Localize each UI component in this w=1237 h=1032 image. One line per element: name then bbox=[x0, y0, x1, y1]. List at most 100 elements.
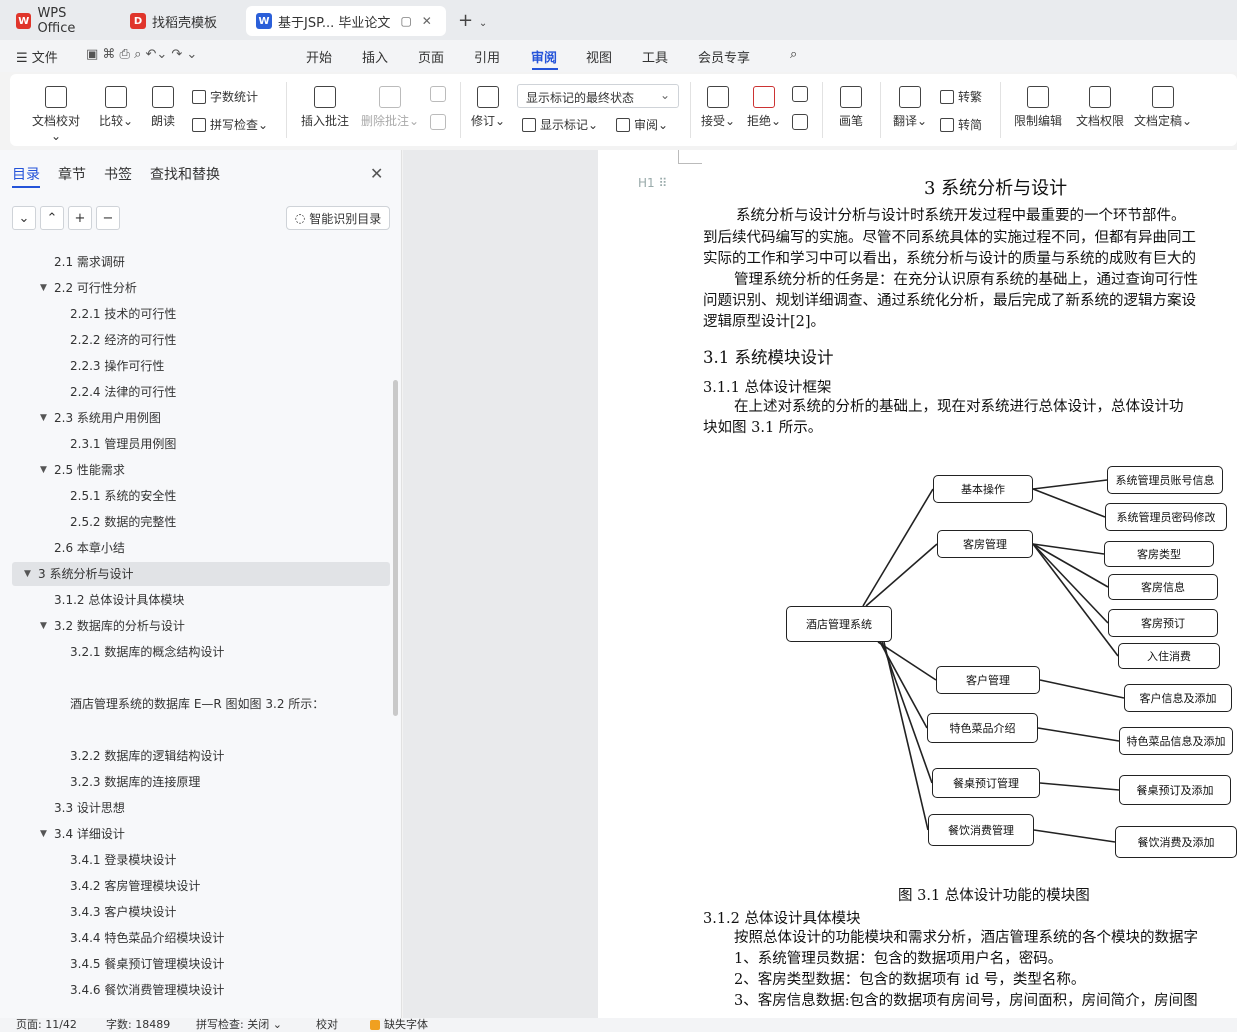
new-tab-plus-icon[interactable]: + ⌄ bbox=[458, 10, 487, 31]
toc-item-label: 酒店管理系统的数据库 E—R 图如图 3.2 所示： bbox=[70, 697, 325, 711]
toc-item[interactable]: 3.4.6 餐饮消费管理模块设计 bbox=[12, 978, 390, 1002]
toc-item[interactable]: 2.2.4 法律的可行性 bbox=[12, 380, 390, 404]
toc-item[interactable]: 2.2.2 经济的可行性 bbox=[12, 328, 390, 352]
pen-button[interactable]: 画笔 bbox=[836, 86, 866, 129]
diagram-leaf-node: 客户信息及添加 bbox=[1124, 684, 1232, 712]
tab-wps-office[interactable]: W WPS Office bbox=[6, 6, 116, 36]
document-page[interactable]: H1 ⠿ 3 系统分析与设计 系统分析与设计分析与设计时系统开发过程中最重要的一… bbox=[598, 150, 1237, 1018]
docer-icon: D bbox=[130, 13, 146, 29]
nav-tab-toc[interactable]: 目录 bbox=[12, 164, 40, 184]
toc-item[interactable] bbox=[12, 718, 390, 742]
menu-tools[interactable]: 工具 bbox=[642, 47, 668, 66]
translate-button[interactable]: 翻译⌄ bbox=[892, 86, 928, 129]
next-change-button[interactable] bbox=[790, 114, 810, 134]
doc-proofread-button[interactable]: 文档校对⌄ bbox=[28, 86, 84, 143]
toc-item[interactable]: 3.4.1 登录模块设计 bbox=[12, 848, 390, 872]
toc-item[interactable]: 2.3.1 管理员用例图 bbox=[12, 432, 390, 456]
expand-arrow-icon[interactable]: ▼ bbox=[40, 276, 47, 300]
revise-button[interactable]: 修订⌄ bbox=[470, 86, 506, 129]
minus-icon: − bbox=[102, 210, 114, 226]
ribbon-separator bbox=[822, 82, 823, 138]
expand-arrow-icon[interactable]: ▼ bbox=[40, 406, 47, 430]
toc-item[interactable]: 2.2.3 操作可行性 bbox=[12, 354, 390, 378]
nav-tab-bookmarks[interactable]: 书签 bbox=[104, 164, 132, 184]
toc-item[interactable]: ▼ 3.4 详细设计 bbox=[12, 822, 390, 846]
search-icon[interactable]: ⌕ bbox=[790, 47, 797, 62]
tab-current-document[interactable]: W 基于JSP... 毕业论文 ▢ ✕ bbox=[246, 6, 446, 36]
collapse-up-button[interactable]: ⌃ bbox=[40, 206, 64, 230]
toc-item[interactable]: ▼ 2.3 系统用户用例图 bbox=[12, 406, 390, 430]
toc-item[interactable]: ▼ 2.5 性能需求 bbox=[12, 458, 390, 482]
toc-item[interactable]: ▼ 3.2 数据库的分析与设计 bbox=[12, 614, 390, 638]
toc-item[interactable]: 3.3 设计思想 bbox=[12, 796, 390, 820]
to-simplified-button[interactable]: 转简 bbox=[940, 116, 982, 133]
delete-comment-button[interactable]: 删除批注⌄ bbox=[360, 86, 420, 129]
nav-tab-chapters[interactable]: 章节 bbox=[58, 164, 86, 184]
toc-item[interactable]: ▼ 3 系统分析与设计 bbox=[12, 562, 390, 586]
toc-item[interactable]: 2.1 需求调研 bbox=[12, 250, 390, 274]
nav-tab-indicator bbox=[12, 186, 40, 188]
toc-item[interactable]: 3.2.1 数据库的概念结构设计 bbox=[12, 640, 390, 664]
page-indicator[interactable]: 页面: 11/42 bbox=[16, 1018, 77, 1032]
markup-state-select[interactable]: 显示标记的最终状态 ⌄ bbox=[517, 84, 679, 108]
close-icon[interactable]: ✕ bbox=[370, 164, 383, 183]
toc-item[interactable]: 2.6 本章小结 bbox=[12, 536, 390, 560]
next-comment-button[interactable] bbox=[428, 114, 448, 134]
quick-access-icons[interactable]: ▣ ⌘ ⎙ ⌕ ↶⌄ ↷ ⌄ bbox=[86, 47, 197, 62]
doc-finalize-button[interactable]: 文档定稿⌄ bbox=[1132, 86, 1194, 129]
toc-item[interactable]: 3.4.4 特色菜品介绍模块设计 bbox=[12, 926, 390, 950]
compare-button[interactable]: 比较⌄ bbox=[96, 86, 136, 129]
window-restore-icon[interactable]: ▢ bbox=[400, 14, 411, 28]
menu-file[interactable]: ☰ 文件 bbox=[16, 47, 58, 66]
smart-toc-button[interactable]: ◌ 智能识别目录 bbox=[286, 206, 390, 230]
menu-page[interactable]: 页面 bbox=[418, 47, 444, 66]
tab-docer-template[interactable]: D 找稻壳模板 bbox=[120, 6, 240, 36]
accept-button[interactable]: 接受⌄ bbox=[700, 86, 736, 129]
restrict-edit-button[interactable]: 限制编辑 bbox=[1010, 86, 1066, 129]
toc-item[interactable]: 3.2.3 数据库的连接原理 bbox=[12, 770, 390, 794]
expand-arrow-icon[interactable]: ▼ bbox=[24, 562, 31, 586]
expand-arrow-icon[interactable]: ▼ bbox=[40, 614, 47, 638]
proofread-status[interactable]: 校对 bbox=[316, 1018, 338, 1032]
close-tab-icon[interactable]: ✕ bbox=[422, 14, 432, 28]
prev-change-button[interactable] bbox=[790, 86, 810, 106]
toc-item[interactable]: 3.2.2 数据库的逻辑结构设计 bbox=[12, 744, 390, 768]
menu-reference[interactable]: 引用 bbox=[474, 47, 500, 66]
spell-check-button[interactable]: 拼写检查 ⌄ bbox=[192, 116, 268, 133]
add-heading-button[interactable]: + bbox=[68, 206, 92, 230]
read-aloud-button[interactable]: 朗读 bbox=[148, 86, 178, 129]
toc-item[interactable]: 3.4.5 餐桌预订管理模块设计 bbox=[12, 952, 390, 976]
prev-comment-button[interactable] bbox=[428, 86, 448, 106]
reject-button[interactable]: 拒绝⌄ bbox=[746, 86, 782, 129]
menu-review[interactable]: 审阅 bbox=[531, 47, 557, 66]
toc-item[interactable]: 2.5.1 系统的安全性 bbox=[12, 484, 390, 508]
to-traditional-button[interactable]: 转繁 bbox=[940, 88, 982, 105]
insert-comment-button[interactable]: 插入批注 bbox=[300, 86, 350, 129]
toc-item[interactable]: 酒店管理系统的数据库 E—R 图如图 3.2 所示： bbox=[12, 692, 390, 716]
menu-view[interactable]: 视图 bbox=[586, 47, 612, 66]
toc-item[interactable]: 2.2.1 技术的可行性 bbox=[12, 302, 390, 326]
nav-scrollbar[interactable] bbox=[393, 380, 398, 716]
doc-permission-button[interactable]: 文档权限 bbox=[1072, 86, 1128, 129]
review-pane-button[interactable]: 审阅 ⌄ bbox=[616, 116, 668, 133]
word-count-button[interactable]: 字数统计 bbox=[192, 88, 258, 105]
menu-member[interactable]: 会员专享 bbox=[698, 47, 750, 66]
toc-item[interactable]: 3.4.3 客户模块设计 bbox=[12, 900, 390, 924]
toc-item[interactable]: 2.5.2 数据的完整性 bbox=[12, 510, 390, 534]
nav-tab-find-replace[interactable]: 查找和替换 bbox=[150, 164, 220, 184]
expand-arrow-icon[interactable]: ▼ bbox=[40, 458, 47, 482]
missing-font-status[interactable]: 缺失字体 bbox=[370, 1018, 428, 1032]
toc-item[interactable]: 3.1.2 总体设计具体模块 bbox=[12, 588, 390, 612]
menu-start[interactable]: 开始 bbox=[306, 47, 332, 66]
expand-arrow-icon[interactable]: ▼ bbox=[40, 822, 47, 846]
show-markup-button[interactable]: 显示标记 ⌄ bbox=[522, 116, 598, 133]
expand-down-button[interactable]: ⌄ bbox=[12, 206, 36, 230]
toc-item[interactable]: 3.4.2 客房管理模块设计 bbox=[12, 874, 390, 898]
toc-item[interactable] bbox=[12, 666, 390, 690]
word-count-indicator[interactable]: 字数: 18489 bbox=[106, 1018, 170, 1032]
menu-insert[interactable]: 插入 bbox=[362, 47, 388, 66]
remove-heading-button[interactable]: − bbox=[96, 206, 120, 230]
toc-item[interactable]: ▼ 2.2 可行性分析 bbox=[12, 276, 390, 300]
toc-item-label: 2.2.4 法律的可行性 bbox=[70, 385, 177, 399]
spell-check-status[interactable]: 拼写检查: 关闭 ⌄ bbox=[196, 1018, 282, 1032]
